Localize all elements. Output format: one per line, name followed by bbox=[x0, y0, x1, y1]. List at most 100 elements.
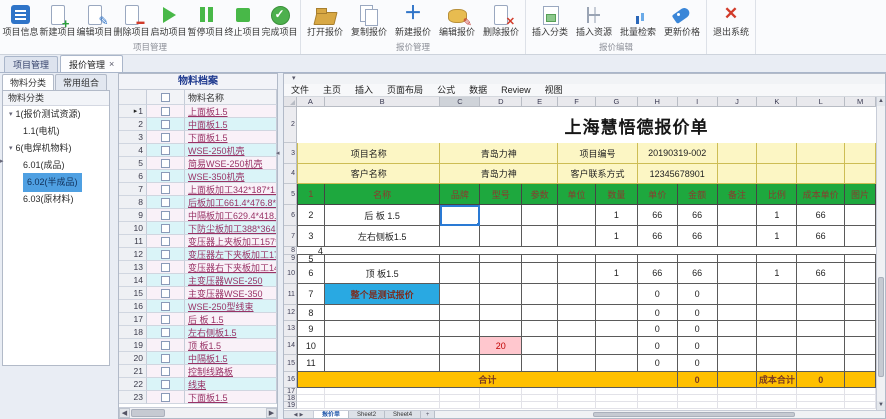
column-header-I[interactable]: I bbox=[677, 97, 718, 107]
cell[interactable] bbox=[558, 205, 596, 226]
sheet-hscrollbar[interactable] bbox=[435, 411, 885, 418]
cell[interactable] bbox=[845, 402, 877, 409]
material-name-link[interactable]: 主变压器WSE-350 bbox=[188, 287, 263, 299]
cell[interactable] bbox=[845, 143, 877, 164]
cell[interactable] bbox=[717, 395, 758, 402]
cell[interactable]: 0 bbox=[677, 355, 718, 372]
tree-item[interactable]: 6.01(成品) bbox=[3, 157, 109, 174]
cell[interactable] bbox=[558, 255, 596, 263]
expander-icon[interactable]: ▾ bbox=[9, 140, 13, 157]
row-checkbox[interactable] bbox=[161, 392, 170, 402]
column-header-A[interactable]: A bbox=[296, 97, 325, 107]
cell[interactable]: 1 bbox=[757, 205, 798, 226]
cell[interactable] bbox=[440, 355, 481, 372]
row-header[interactable]: 15 bbox=[284, 355, 297, 372]
sheet-menu-item[interactable]: 文件 bbox=[284, 84, 316, 97]
material-row[interactable]: 19 顶 板1.5 bbox=[119, 339, 277, 352]
cell[interactable]: 66 bbox=[677, 205, 718, 226]
cell[interactable]: 0 bbox=[677, 284, 718, 305]
cell[interactable]: 7 bbox=[296, 284, 325, 305]
row-header[interactable]: 10 bbox=[284, 263, 297, 284]
cell[interactable] bbox=[717, 164, 758, 184]
row-header[interactable]: 5 bbox=[284, 184, 297, 205]
material-name-link[interactable]: 中隔板加工629.4*418.8 bbox=[188, 209, 276, 221]
cell[interactable] bbox=[324, 305, 441, 321]
cell[interactable] bbox=[757, 395, 798, 402]
cell[interactable]: 4 bbox=[296, 247, 325, 255]
row-checkbox[interactable] bbox=[161, 327, 170, 337]
cell[interactable]: 左右侧板1.5 bbox=[324, 226, 441, 247]
cell[interactable] bbox=[440, 255, 481, 263]
close-icon[interactable]: × bbox=[109, 59, 114, 69]
sheet-tab[interactable]: 报价单 bbox=[314, 411, 350, 418]
cell[interactable]: 66 bbox=[637, 263, 678, 284]
cell[interactable] bbox=[522, 321, 559, 337]
cell[interactable]: 上海慧悟德报价单 bbox=[296, 107, 877, 143]
cell[interactable] bbox=[558, 337, 596, 355]
cell[interactable] bbox=[677, 395, 718, 402]
cell[interactable] bbox=[797, 395, 846, 402]
cell[interactable]: 顶 板1.5 bbox=[324, 263, 441, 284]
ribbon-button-plus[interactable]: 新建报价 bbox=[391, 1, 435, 41]
cell[interactable] bbox=[558, 395, 596, 402]
vscroll-track[interactable] bbox=[877, 106, 885, 401]
sheet-menu-item[interactable]: 页面布局 bbox=[380, 84, 430, 97]
select-all-checkbox[interactable] bbox=[161, 92, 170, 102]
tree-item[interactable]: ▾ 6(电焊机物料) bbox=[3, 140, 109, 157]
cell[interactable] bbox=[797, 255, 846, 263]
cell[interactable]: 备注 bbox=[717, 184, 758, 205]
cell[interactable]: 客户名称 bbox=[296, 164, 441, 184]
cell[interactable]: 项目名称 bbox=[296, 143, 441, 164]
material-row[interactable]: 3 下面板1.5 bbox=[119, 131, 277, 144]
ribbon-button-insert-resource[interactable]: 插入资源 bbox=[572, 1, 616, 41]
cell[interactable] bbox=[797, 284, 846, 305]
cell[interactable] bbox=[637, 395, 678, 402]
cell[interactable] bbox=[480, 402, 523, 409]
document-tab[interactable]: 项目管理 bbox=[4, 56, 59, 72]
material-name-link[interactable]: 主变压器WSE-250 bbox=[188, 274, 263, 286]
cell[interactable]: 成本单价 bbox=[797, 184, 846, 205]
cell[interactable] bbox=[797, 337, 846, 355]
row-header[interactable]: 18 bbox=[284, 395, 297, 402]
cell[interactable] bbox=[845, 305, 876, 321]
row-header[interactable]: 9 bbox=[284, 255, 297, 263]
cell[interactable] bbox=[595, 321, 638, 337]
ribbon-button-doc-edit[interactable]: 编辑项目 bbox=[76, 1, 113, 41]
cell[interactable] bbox=[522, 263, 559, 284]
ribbon-button-doc-add[interactable]: 新建项目 bbox=[39, 1, 76, 41]
cell[interactable] bbox=[845, 355, 876, 372]
cell[interactable]: 66 bbox=[797, 263, 846, 284]
material-row[interactable]: 6 WSE-350机壳 bbox=[119, 170, 277, 183]
material-name-link[interactable]: 后板加工661.4*476.8*1. bbox=[188, 196, 276, 208]
ribbon-button-insert-category[interactable]: 插入分类 bbox=[528, 1, 572, 41]
material-name-link[interactable]: 下面板1.5 bbox=[188, 131, 228, 143]
cell[interactable] bbox=[757, 337, 798, 355]
cell[interactable] bbox=[480, 305, 523, 321]
material-name-link[interactable]: 控制线路板 bbox=[188, 365, 233, 377]
cell[interactable] bbox=[480, 284, 523, 305]
cell[interactable] bbox=[522, 205, 559, 226]
cell[interactable] bbox=[324, 388, 441, 395]
cell[interactable] bbox=[296, 388, 325, 395]
column-header-G[interactable]: G bbox=[595, 97, 638, 107]
row-checkbox[interactable] bbox=[161, 301, 170, 311]
material-row[interactable]: 2 中面板1.5 bbox=[119, 118, 277, 131]
cell[interactable] bbox=[480, 226, 523, 247]
cell[interactable] bbox=[440, 395, 481, 402]
material-name-link[interactable]: 简易WSE-250机壳 bbox=[188, 157, 263, 169]
material-name-link[interactable]: 上面板加工342*187*1.5 bbox=[188, 183, 276, 195]
row-checkbox[interactable] bbox=[161, 132, 170, 142]
cell[interactable] bbox=[522, 305, 559, 321]
tree-item[interactable]: 6.03(原材料) bbox=[3, 191, 109, 208]
cell[interactable]: 项目编号 bbox=[558, 143, 638, 164]
cell[interactable]: 整个是测试报价 bbox=[324, 284, 441, 305]
column-header-C[interactable]: C bbox=[440, 97, 481, 107]
cell[interactable] bbox=[845, 321, 876, 337]
cell[interactable] bbox=[757, 402, 798, 409]
ribbon-button-stop[interactable]: 终止项目 bbox=[224, 1, 261, 41]
cell[interactable]: 客户联系方式 bbox=[558, 164, 638, 184]
cell[interactable] bbox=[717, 263, 758, 284]
column-header-J[interactable]: J bbox=[717, 97, 758, 107]
cell[interactable] bbox=[845, 255, 876, 263]
row-checkbox[interactable] bbox=[161, 379, 170, 389]
